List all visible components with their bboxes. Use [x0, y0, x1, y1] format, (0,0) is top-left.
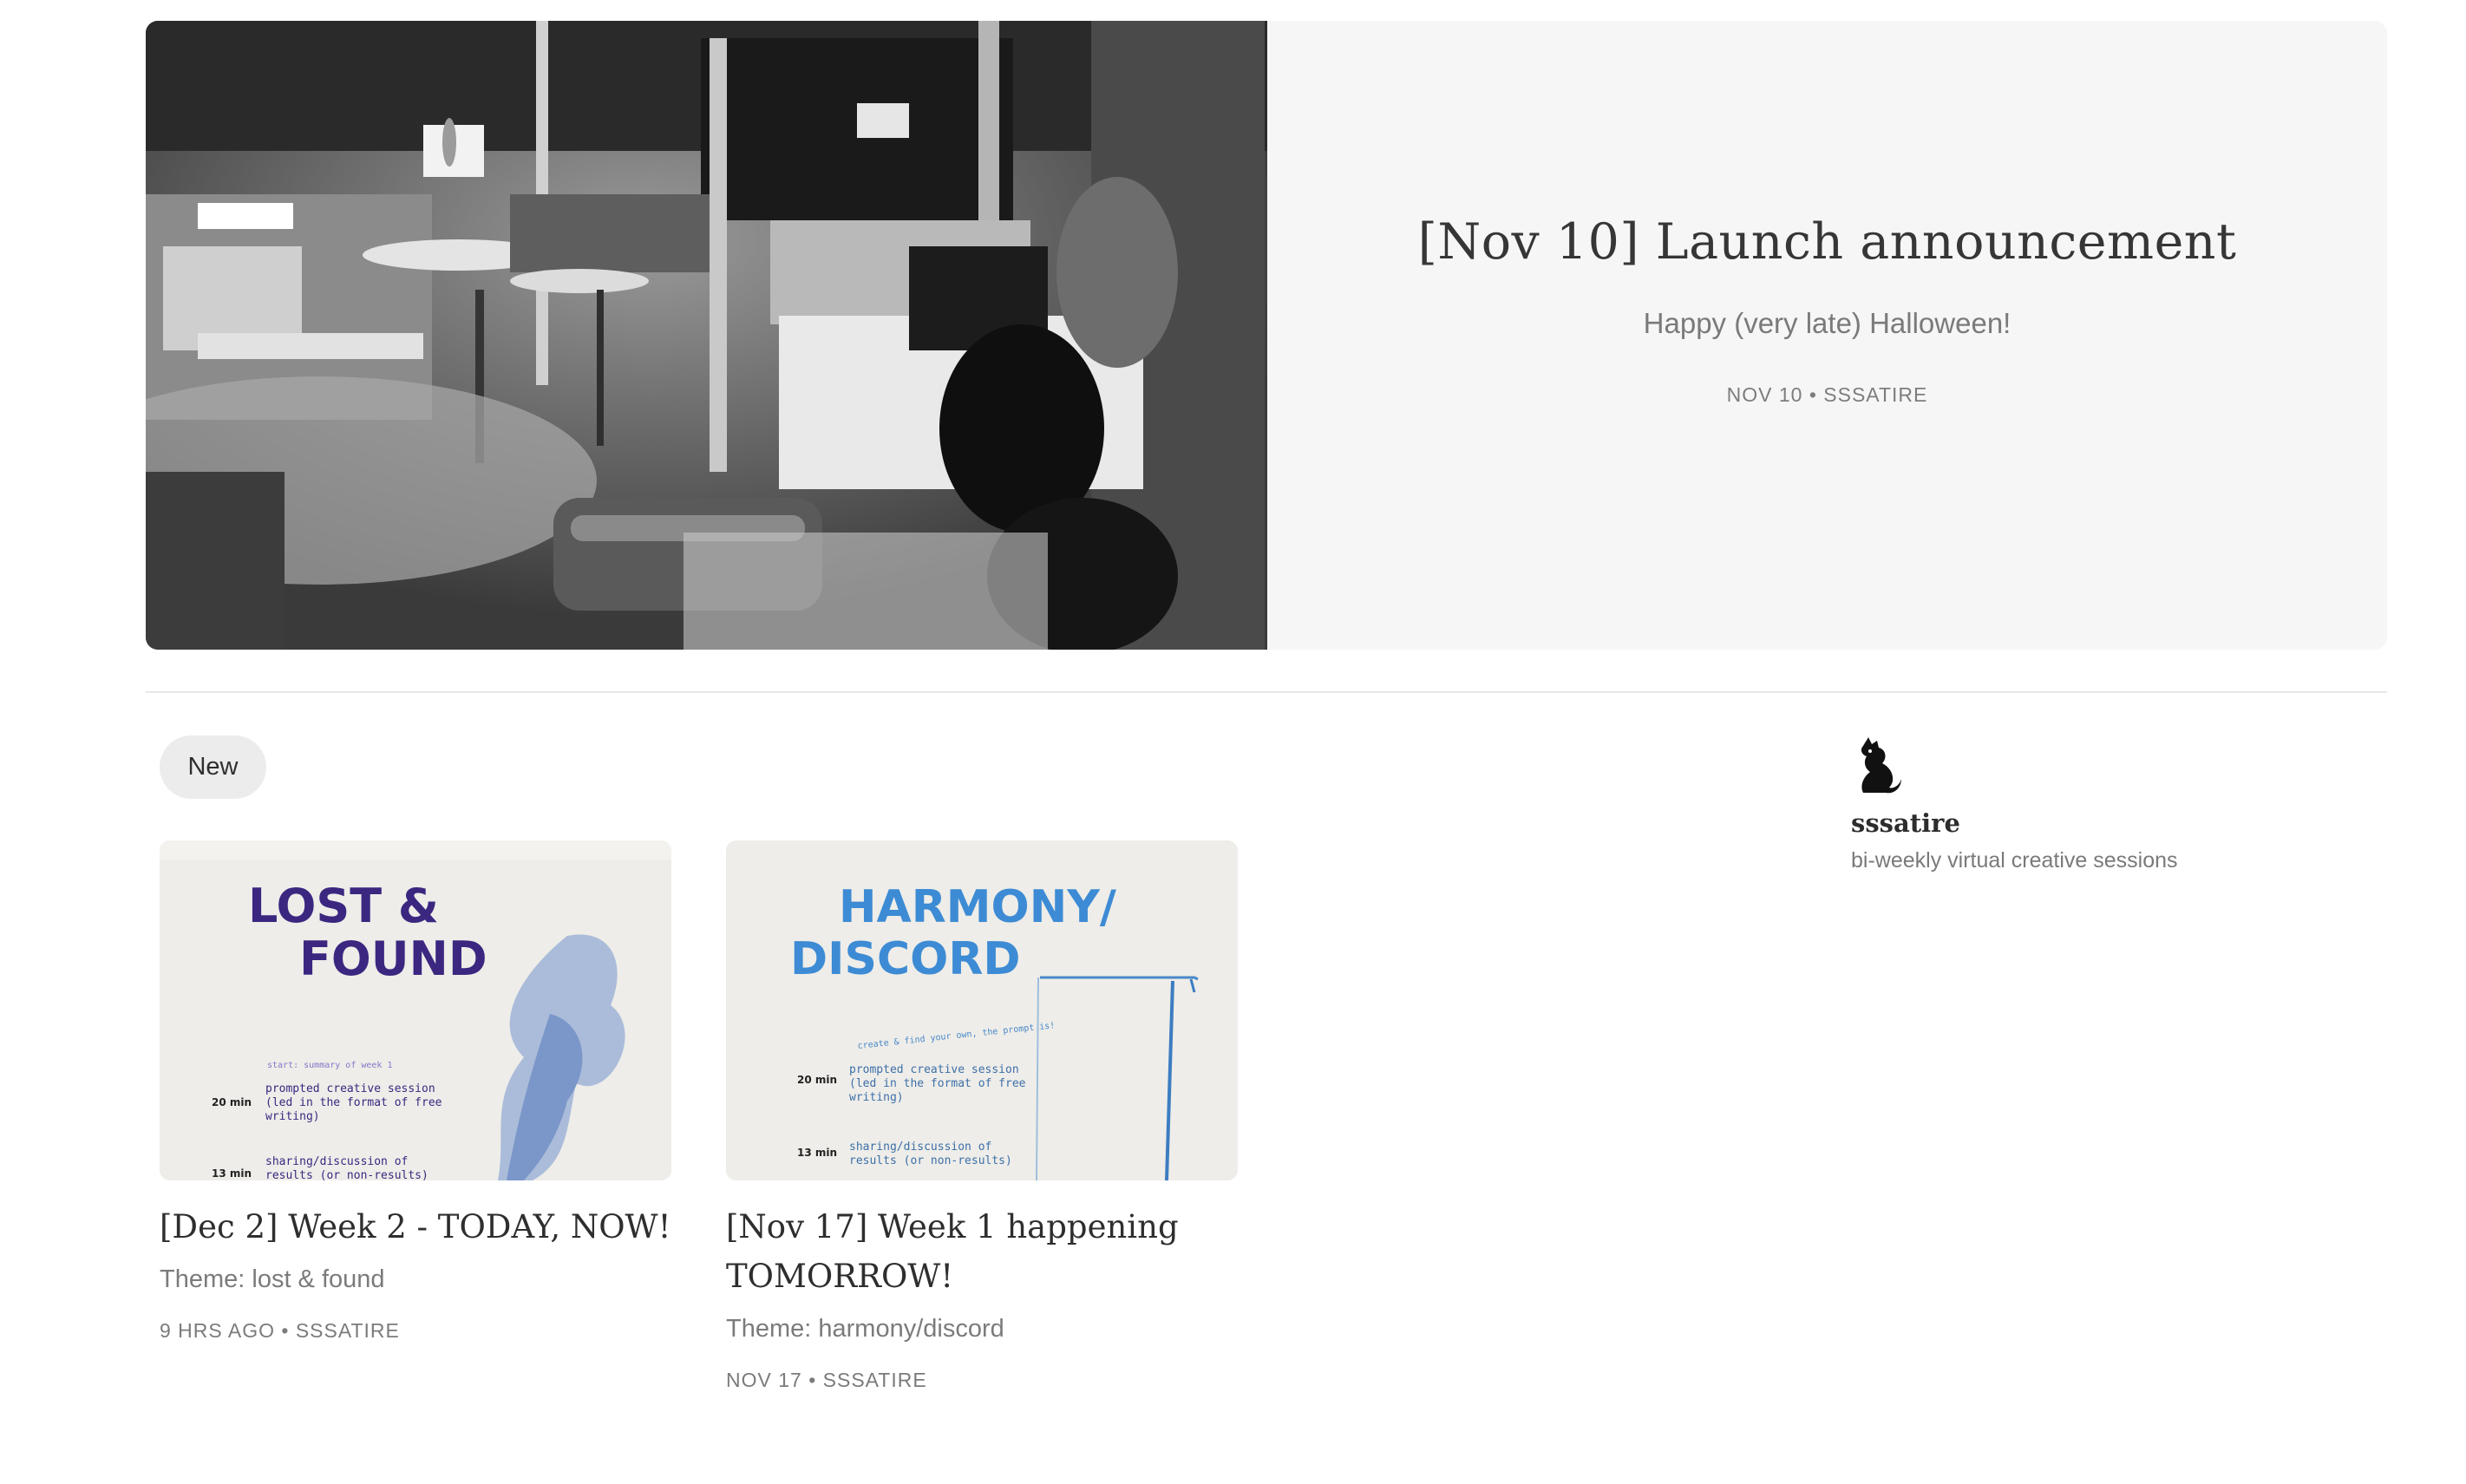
thumbnail-row-time: 20 min: [212, 1096, 252, 1108]
featured-post-title[interactable]: [Nov 10] Launch announcement: [1267, 213, 2387, 271]
featured-post-card[interactable]: [Nov 10] Launch announcement Happy (very…: [146, 21, 2387, 650]
thumbnail-heading-line1: LOST &: [248, 879, 439, 933]
post-title[interactable]: [Dec 2] Week 2 - TODAY, NOW!: [160, 1202, 697, 1252]
thumbnail-row-line: (led in the format of free: [849, 1077, 1026, 1090]
featured-post-text: [Nov 10] Launch announcement Happy (very…: [1267, 21, 2387, 650]
post-subtitle: Theme: harmony/discord: [726, 1315, 1004, 1343]
thumbnail-row-line: writing): [849, 1091, 904, 1104]
post-thumbnail[interactable]: HARMONY/ DISCORD create & find your own,…: [726, 840, 1238, 1180]
thumbnail-heading-line2: FOUND: [299, 932, 487, 986]
featured-post-image: [146, 21, 1267, 650]
thumbnail-row-line: results (or non-results): [265, 1169, 428, 1180]
thumbnail-row-line: prompted creative session: [265, 1082, 435, 1095]
section-divider: [146, 691, 2387, 693]
thumbnail-row-time: 13 min: [797, 1147, 837, 1159]
thumbnail-heading-line1: HARMONY/: [839, 881, 1116, 933]
post-thumbnail[interactable]: LOST & FOUND start: summary of week 1 20…: [160, 840, 671, 1180]
thumbnail-row-line: (led in the format of free: [265, 1096, 442, 1109]
thumbnail-row-time: 20 min: [797, 1074, 837, 1086]
thumbnail-row-line: prompted creative session: [849, 1063, 1019, 1076]
thumbnail-row-line: sharing/discussion of: [265, 1155, 408, 1168]
post-meta: 9 HRS AGO • SSSATIRE: [160, 1319, 400, 1342]
post-thumbnail-art: LOST & FOUND start: summary of week 1 20…: [160, 840, 671, 1180]
thumbnail-note: start: summary of week 1: [267, 1061, 393, 1070]
publication-description: bi-weekly virtual creative sessions: [1851, 848, 2178, 873]
post-title[interactable]: [Nov 17] Week 1 happening TOMORROW!: [726, 1202, 1264, 1301]
post-thumbnail-art: HARMONY/ DISCORD create & find your own,…: [726, 840, 1238, 1180]
thumbnail-row-line: writing): [265, 1110, 320, 1123]
featured-post-subtitle: Happy (very late) Halloween!: [1643, 307, 2011, 339]
publication-name[interactable]: sssatire: [1851, 808, 1960, 838]
post-meta: NOV 17 • SSSATIRE: [726, 1369, 927, 1391]
post-subtitle: Theme: lost & found: [160, 1265, 385, 1293]
thumbnail-row-line: results (or non-results): [849, 1154, 1012, 1167]
thumbnail-heading-line2: DISCORD: [790, 933, 1021, 985]
filter-new-button[interactable]: New: [160, 735, 266, 799]
featured-post-meta: NOV 10 • SSSATIRE: [1726, 383, 1928, 406]
publication-avatar-icon[interactable]: [1851, 734, 1901, 794]
thumbnail-row-line: sharing/discussion of: [849, 1141, 991, 1154]
thumbnail-row-time: 13 min: [212, 1167, 252, 1180]
